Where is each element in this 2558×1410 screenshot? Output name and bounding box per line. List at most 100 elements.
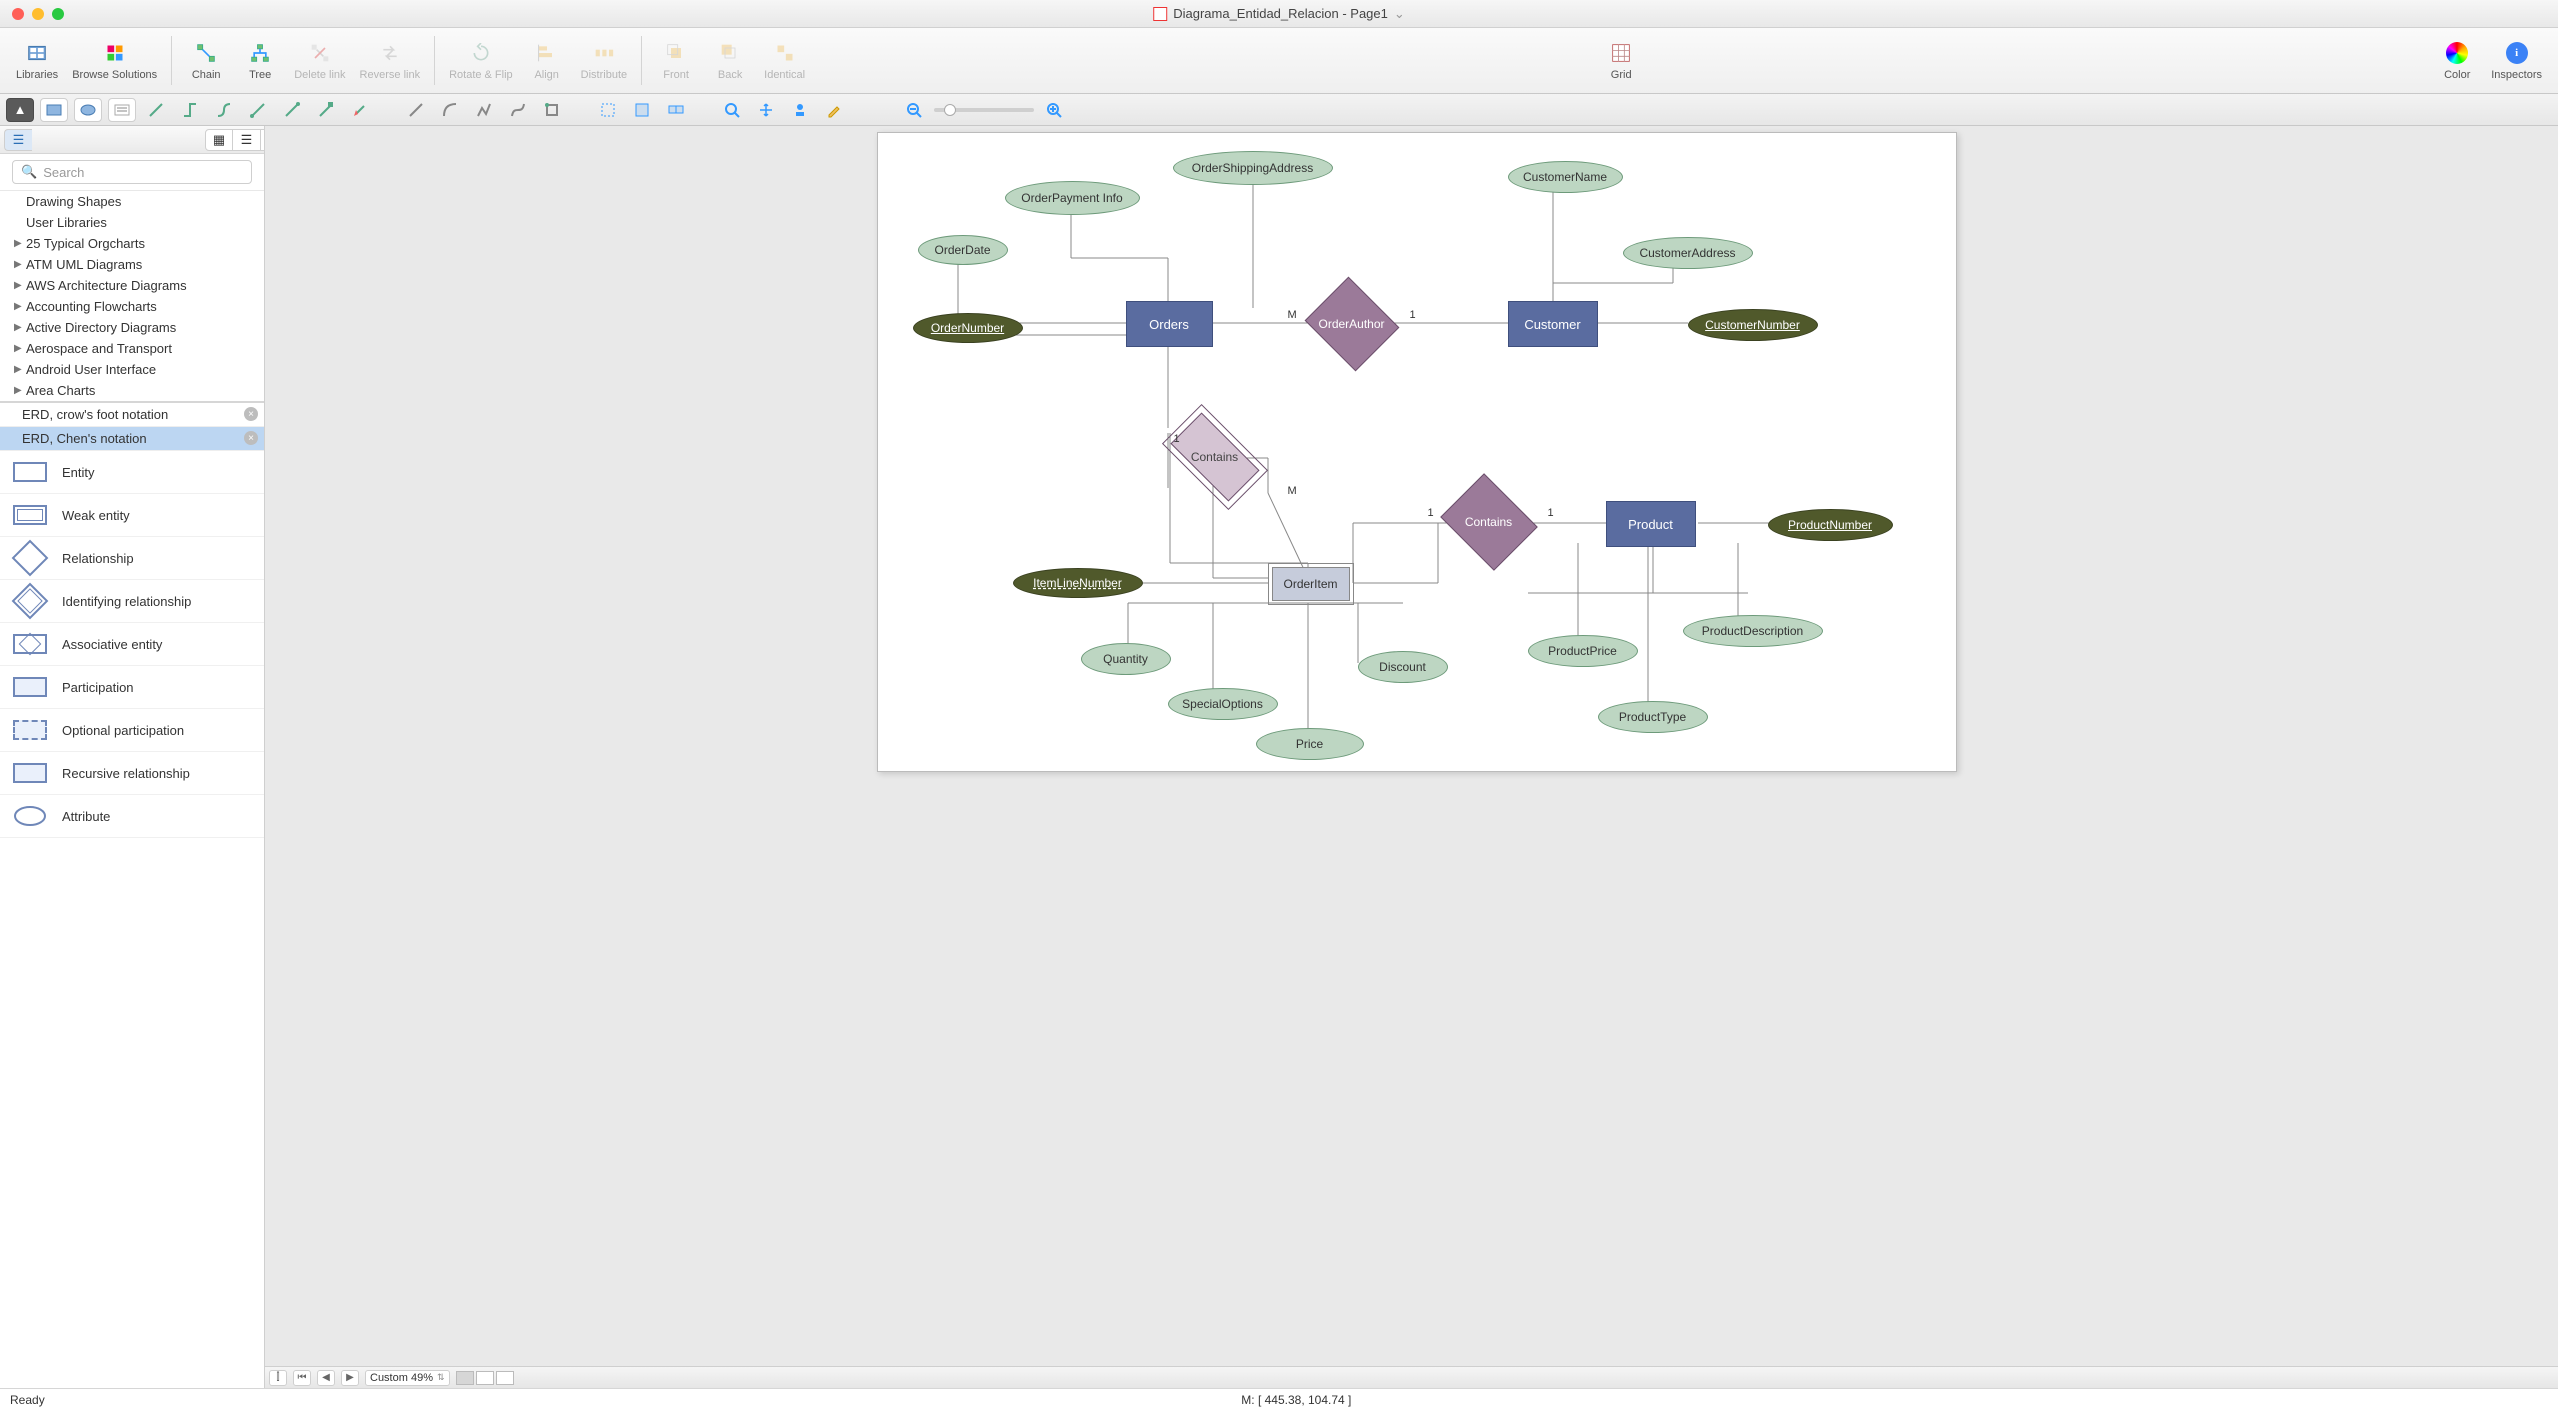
front-button[interactable]: Front: [656, 41, 696, 81]
rel-contains-orders-items[interactable]: Contains: [1168, 429, 1262, 485]
stamp-tool[interactable]: [786, 98, 814, 122]
browse-solutions-button[interactable]: Browse Solutions: [72, 41, 157, 81]
page-tab-1[interactable]: [456, 1371, 474, 1385]
tree-item[interactable]: ▶Active Directory Diagrams: [0, 317, 264, 338]
zoom-out-button[interactable]: [900, 98, 928, 122]
color-button[interactable]: Color: [2437, 41, 2477, 81]
shape-attribute[interactable]: Attribute: [0, 795, 264, 838]
connector-tool-2[interactable]: [176, 98, 204, 122]
canvas-scroll[interactable]: OrderNumber OrderDate OrderPayment Info …: [265, 126, 2558, 1366]
drawing-page[interactable]: OrderNumber OrderDate OrderPayment Info …: [877, 132, 1957, 772]
attr-item-line-number[interactable]: ItemLineNumber: [1013, 568, 1143, 598]
attr-product-description[interactable]: ProductDescription: [1683, 615, 1823, 647]
attr-product-type[interactable]: ProductType: [1598, 701, 1708, 733]
select-tool-2[interactable]: [628, 98, 656, 122]
shape-identifying-relationship[interactable]: Identifying relationship: [0, 580, 264, 623]
tree-item[interactable]: ▶User Libraries: [0, 212, 264, 233]
shape-associative-entity[interactable]: Associative entity: [0, 623, 264, 666]
attr-quantity[interactable]: Quantity: [1081, 643, 1171, 675]
identical-button[interactable]: Identical: [764, 41, 805, 81]
attr-price[interactable]: Price: [1256, 728, 1364, 760]
library-mode-tree[interactable]: ☰: [4, 129, 32, 151]
libraries-button[interactable]: Libraries: [16, 41, 58, 81]
rel-contains-item-product[interactable]: Contains: [1451, 491, 1527, 553]
text-tool[interactable]: [108, 98, 136, 122]
inspectors-button[interactable]: i Inspectors: [2491, 41, 2542, 81]
connector-tool-1[interactable]: [142, 98, 170, 122]
shape-relationship[interactable]: Relationship: [0, 537, 264, 580]
tree-item[interactable]: ▶AWS Architecture Diagrams: [0, 275, 264, 296]
pencil-tool[interactable]: [820, 98, 848, 122]
connector-tool-7[interactable]: [346, 98, 374, 122]
rect-tool[interactable]: [40, 98, 68, 122]
zoom-in-button[interactable]: [1040, 98, 1068, 122]
select-tool-1[interactable]: [594, 98, 622, 122]
ellipse-tool[interactable]: [74, 98, 102, 122]
open-lib-crow[interactable]: ERD, crow's foot notation ×: [0, 403, 264, 427]
attr-special-options[interactable]: SpecialOptions: [1168, 688, 1278, 720]
open-lib-chen[interactable]: ERD, Chen's notation ×: [0, 427, 264, 451]
tree-item[interactable]: ▶Accounting Flowcharts: [0, 296, 264, 317]
page-split-button[interactable]: ⫿: [269, 1370, 287, 1386]
page-first-button[interactable]: ⏮: [293, 1370, 311, 1386]
zoom-select[interactable]: Custom 49% ⇅: [365, 1370, 450, 1386]
pointer-tool[interactable]: ▲: [6, 98, 34, 122]
minimize-window-button[interactable]: [32, 8, 44, 20]
tree-item[interactable]: ▶Drawing Shapes: [0, 191, 264, 212]
library-search-input[interactable]: 🔍 Search: [12, 160, 252, 184]
entity-customer[interactable]: Customer: [1508, 301, 1598, 347]
connector-tool-4[interactable]: [244, 98, 272, 122]
library-tree[interactable]: ▶Drawing Shapes▶User Libraries▶25 Typica…: [0, 191, 264, 402]
tree-item[interactable]: ▶Android User Interface: [0, 359, 264, 380]
attr-customer-address[interactable]: CustomerAddress: [1623, 237, 1753, 269]
attr-order-shipping[interactable]: OrderShippingAddress: [1173, 151, 1333, 185]
shape-entity[interactable]: Entity: [0, 451, 264, 494]
tree-item[interactable]: ▶ATM UML Diagrams: [0, 254, 264, 275]
select-tool-3[interactable]: [662, 98, 690, 122]
shape-optional-participation[interactable]: Optional participation: [0, 709, 264, 752]
zoom-slider-thumb[interactable]: [944, 104, 956, 116]
tree-item[interactable]: ▶25 Typical Orgcharts: [0, 233, 264, 254]
entity-order-item[interactable]: OrderItem: [1268, 563, 1354, 605]
line-tool-5[interactable]: [538, 98, 566, 122]
attr-discount[interactable]: Discount: [1358, 651, 1448, 683]
document-title[interactable]: Diagrama_Entidad_Relacion - Page1 ⌄: [1153, 6, 1405, 22]
shape-list[interactable]: Entity Weak entity Relationship Identify…: [0, 451, 264, 1388]
attr-customer-name[interactable]: CustomerName: [1508, 161, 1623, 193]
close-icon[interactable]: ×: [244, 407, 258, 421]
connector-tool-5[interactable]: [278, 98, 306, 122]
tree-item[interactable]: ▶Area Charts: [0, 380, 264, 401]
line-tool-2[interactable]: [436, 98, 464, 122]
rel-order-author[interactable]: OrderAuthor: [1316, 293, 1388, 355]
zoom-tool[interactable]: [718, 98, 746, 122]
close-window-button[interactable]: [12, 8, 24, 20]
library-view-grid[interactable]: ▦: [205, 129, 233, 151]
delete-link-button[interactable]: Delete link: [294, 41, 345, 81]
zoom-slider[interactable]: [934, 108, 1034, 112]
grid-button[interactable]: Grid: [1601, 41, 1641, 81]
connector-tool-6[interactable]: [312, 98, 340, 122]
entity-orders[interactable]: Orders: [1126, 301, 1213, 347]
shape-participation[interactable]: Participation: [0, 666, 264, 709]
rotate-flip-button[interactable]: Rotate & Flip: [449, 41, 513, 81]
line-tool-3[interactable]: [470, 98, 498, 122]
entity-product[interactable]: Product: [1606, 501, 1696, 547]
tree-button[interactable]: Tree: [240, 41, 280, 81]
shape-weak-entity[interactable]: Weak entity: [0, 494, 264, 537]
attr-product-number[interactable]: ProductNumber: [1768, 509, 1893, 541]
chain-button[interactable]: Chain: [186, 41, 226, 81]
distribute-button[interactable]: Distribute: [581, 41, 627, 81]
zoom-window-button[interactable]: [52, 8, 64, 20]
tree-item[interactable]: ▶Aerospace and Transport: [0, 338, 264, 359]
attr-order-date[interactable]: OrderDate: [918, 235, 1008, 265]
reverse-link-button[interactable]: Reverse link: [360, 41, 421, 81]
line-tool-4[interactable]: [504, 98, 532, 122]
page-tab-3[interactable]: [496, 1371, 514, 1385]
line-tool-1[interactable]: [402, 98, 430, 122]
library-view-list[interactable]: ☰: [233, 129, 261, 151]
attr-order-number[interactable]: OrderNumber: [913, 313, 1023, 343]
pan-tool[interactable]: [752, 98, 780, 122]
align-button[interactable]: Align: [527, 41, 567, 81]
attr-product-price[interactable]: ProductPrice: [1528, 635, 1638, 667]
page-tab-2[interactable]: [476, 1371, 494, 1385]
